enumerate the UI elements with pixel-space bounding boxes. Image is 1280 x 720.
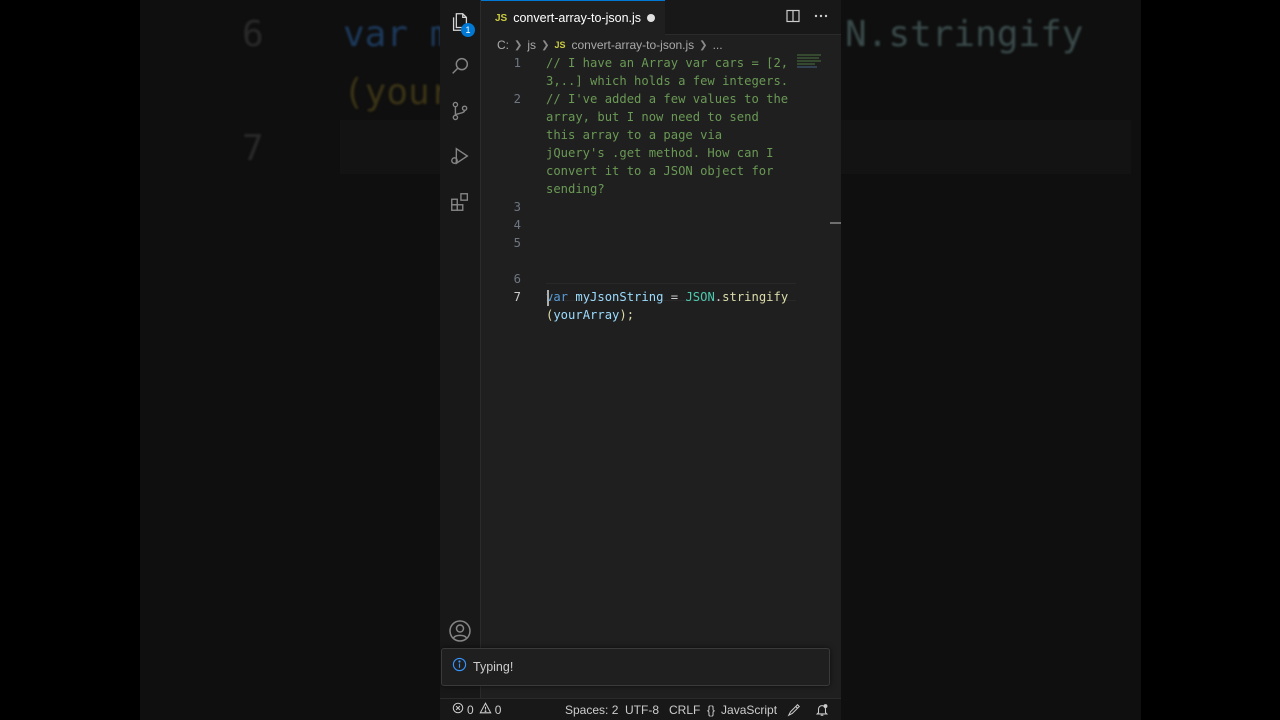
- code-comment: array, but I now need to send: [546, 110, 759, 124]
- activity-bar: 1: [440, 0, 481, 698]
- line-number: 4: [513, 218, 521, 232]
- braces-icon: {}: [707, 702, 716, 717]
- problems-status[interactable]: 0 0: [452, 702, 501, 717]
- minimap[interactable]: [797, 54, 823, 76]
- code-line: (yourArray);: [481, 270, 634, 322]
- javascript-file-icon: JS: [495, 12, 508, 24]
- account-icon[interactable]: [448, 619, 472, 643]
- extensions-icon[interactable]: [448, 190, 472, 214]
- line-number: 7: [513, 290, 521, 304]
- background-left: 6 var m (your 7: [140, 0, 440, 720]
- error-icon: [452, 702, 464, 717]
- chevron-right-icon: ❯: [514, 39, 523, 51]
- code-editor[interactable]: 1 // I have an Array var cars = [2, 3,..]…: [481, 54, 841, 644]
- code-comment: jQuery's .get method. How can I: [546, 146, 774, 160]
- line-number: 2: [513, 92, 521, 106]
- feedback-icon[interactable]: [787, 703, 801, 717]
- status-bar: 0 0 Spaces: 2 UTF-8 CRLF {} JavaScript: [440, 698, 841, 720]
- text-cursor: [547, 290, 549, 306]
- background-line-number: 6: [242, 14, 264, 55]
- notification-message: Typing!: [473, 660, 514, 674]
- language-status[interactable]: {} JavaScript: [707, 703, 777, 717]
- chevron-right-icon: ❯: [541, 39, 550, 51]
- encoding-status[interactable]: UTF-8: [625, 703, 659, 717]
- code-statement: var myJsonString = JSON.stringify: [546, 288, 788, 306]
- breadcrumb-drive[interactable]: C:: [497, 38, 509, 52]
- run-debug-icon[interactable]: [448, 144, 472, 168]
- source-control-icon[interactable]: [448, 99, 472, 123]
- language-label: JavaScript: [721, 702, 778, 717]
- breadcrumb-folder[interactable]: js: [527, 38, 536, 52]
- background-line-number: 7: [242, 128, 264, 169]
- keyword-token: var: [546, 290, 569, 304]
- variable-token: myJsonString: [575, 290, 664, 304]
- line-number: 3: [513, 200, 521, 214]
- warning-icon: [479, 702, 492, 717]
- scrollbar[interactable]: [830, 222, 841, 224]
- error-count: 0: [467, 702, 474, 717]
- breadcrumb-symbol[interactable]: ...: [713, 38, 723, 52]
- code-comment: convert it to a JSON object for: [546, 164, 774, 178]
- code-line: 6 var myJsonString = JSON.stringify: [481, 252, 789, 304]
- indentation-status[interactable]: Spaces: 2: [565, 703, 618, 717]
- function-token: stringify: [722, 290, 789, 304]
- code-comment: 3,..] which holds a few integers.: [546, 74, 789, 88]
- breadcrumb: C: ❯ js ❯ JS convert-array-to-json.js ❯ …: [497, 36, 723, 54]
- javascript-file-icon: JS: [554, 40, 566, 50]
- vscode-window: 1 JS convert-array-to-json.js C: ❯ js ❯ …: [440, 0, 841, 720]
- breadcrumb-file[interactable]: convert-array-to-json.js: [571, 38, 694, 52]
- editor-actions: [785, 8, 829, 29]
- class-token: JSON: [685, 290, 715, 304]
- code-comment: this array to a page via: [546, 128, 723, 142]
- background-code-text: var m: [343, 14, 440, 55]
- chevron-right-icon: ❯: [699, 39, 708, 51]
- background-line-highlight: [340, 120, 440, 174]
- explorer-badge: 1: [461, 23, 475, 37]
- bell-icon[interactable]: [815, 703, 829, 717]
- eol-status[interactable]: CRLF: [669, 703, 700, 717]
- search-icon[interactable]: [448, 54, 472, 78]
- background-line-highlight: [841, 120, 1131, 174]
- line-number: 1: [513, 56, 521, 70]
- code-comment: sending?: [546, 182, 605, 196]
- tab-title: convert-array-to-json.js: [513, 11, 642, 25]
- unsaved-dot-icon[interactable]: [647, 14, 655, 22]
- code-comment: // I've added a few values to the: [546, 92, 789, 106]
- background-right: N.stringify: [841, 0, 1141, 720]
- tab-bar: JS convert-array-to-json.js: [481, 0, 841, 35]
- info-icon: [452, 657, 467, 677]
- punctuation-token: );: [619, 308, 635, 322]
- split-editor-icon[interactable]: [785, 8, 801, 29]
- code-comment: // I have an Array var cars = [2,: [546, 56, 789, 70]
- more-actions-icon[interactable]: [813, 8, 829, 29]
- background-code-text: (your: [343, 72, 440, 113]
- code-statement: (yourArray);: [546, 306, 634, 324]
- notification-toast[interactable]: Typing!: [441, 648, 830, 686]
- tab-convert-array-to-json[interactable]: JS convert-array-to-json.js: [481, 0, 665, 35]
- operator-token: =: [670, 290, 679, 304]
- warning-count: 0: [494, 702, 502, 717]
- background-code-text: N.stringify: [845, 14, 1084, 55]
- variable-token: yourArray: [553, 308, 620, 322]
- line-number: 5: [513, 236, 521, 250]
